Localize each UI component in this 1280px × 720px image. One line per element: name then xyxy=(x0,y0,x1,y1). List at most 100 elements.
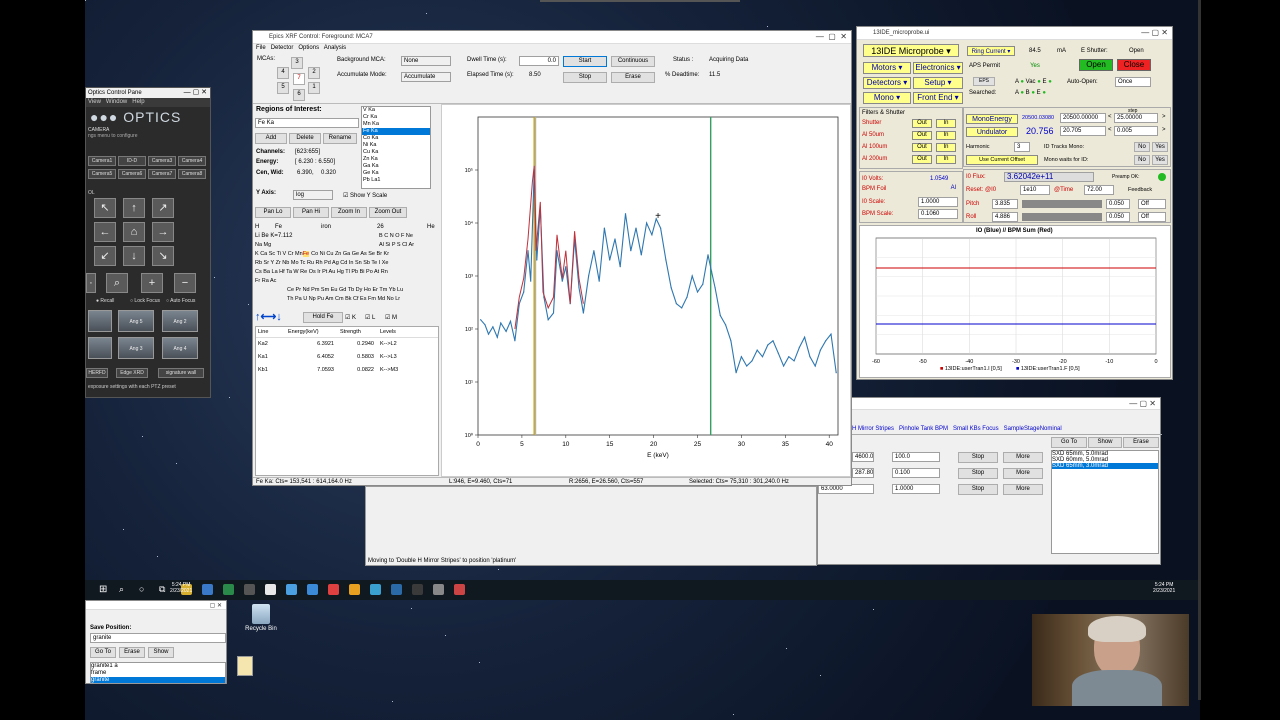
taskbar-app-icon[interactable] xyxy=(202,584,213,595)
signature-wall-button[interactable]: signature wall xyxy=(158,368,204,378)
arrows-icon[interactable]: ↑⟷↓ xyxy=(255,311,301,323)
stop-button[interactable]: Stop xyxy=(958,452,998,463)
roi-list-item[interactable]: Cr Ka xyxy=(362,114,430,121)
menu-analysis[interactable]: Analysis xyxy=(324,45,346,51)
menu-view[interactable]: View xyxy=(88,99,101,105)
open-button[interactable]: Open xyxy=(1079,59,1113,71)
mono-waits-no[interactable]: No xyxy=(1134,155,1150,165)
microprobe-menu[interactable]: 13IDE Microprobe ▾ xyxy=(863,44,959,57)
undulator-step-input[interactable]: 0.005 xyxy=(1114,126,1158,136)
menu-options[interactable]: Options xyxy=(298,45,319,51)
pan-hi-button[interactable]: Pan Hi xyxy=(293,207,329,218)
pos-value[interactable]: 4600.0 xyxy=(852,452,874,462)
mca-6-button[interactable]: 6 xyxy=(293,89,305,101)
tab-sample-stage-nominal[interactable]: SampleStageNominal xyxy=(1004,426,1062,432)
roll-step-input[interactable]: 0.050 xyxy=(1106,212,1130,222)
table-row[interactable]: Ka2 6.3921 0.2940 K-->L2 xyxy=(256,338,438,351)
detectors-menu[interactable]: Detectors ▾ xyxy=(863,77,911,89)
mono-energy-input[interactable]: 20500.00000 xyxy=(1060,113,1106,123)
undulator-input[interactable]: 20.705 xyxy=(1060,126,1106,136)
zoom-search-icon[interactable]: ⌕ xyxy=(106,273,128,293)
more-button[interactable]: More xyxy=(1003,468,1043,479)
camera8-button[interactable]: Camera8 xyxy=(178,169,206,179)
k-checkbox[interactable]: ☑ K xyxy=(345,314,356,321)
table-row[interactable]: Ka1 6.4052 0.5803 K-->L3 xyxy=(256,351,438,364)
pt-row[interactable]: K Ca Sc Ti V Cr MnFe Co Ni Cu Zn Ga Ge As… xyxy=(255,250,389,258)
pos-step[interactable]: 1.0000 xyxy=(892,484,940,494)
menu-detector[interactable]: Detector xyxy=(271,45,294,51)
spectrum-svg[interactable]: 0 5 10 15 20 25 30 35 40 10⁰ 10¹ 10² 10³ 10⁴ 10⁵ E (keV… xyxy=(442,105,852,478)
recycle-bin[interactable]: Recycle Bin xyxy=(231,600,291,660)
pan-down-icon[interactable]: ↓ xyxy=(123,246,145,266)
eps-button[interactable]: EPS xyxy=(973,77,995,86)
start-button[interactable]: Start xyxy=(563,56,607,67)
recall-radio[interactable]: ● Recall xyxy=(96,298,114,304)
i0-scale-input[interactable]: 1.0000 xyxy=(918,197,958,207)
time-input[interactable]: 72.00 xyxy=(1084,185,1114,195)
table-row[interactable]: Kb1 7.0593 0.0822 K-->M3 xyxy=(256,364,438,377)
pitch-feedback-select[interactable]: Off xyxy=(1138,199,1166,209)
tab-pinhole-tank-bpm[interactable]: Pinhole Tank BPM xyxy=(899,426,948,432)
show-yscale-checkbox[interactable]: ☑ Show Y Scale xyxy=(343,192,387,199)
roi-list-item[interactable]: Ni Ka xyxy=(362,142,430,149)
roi-list-item[interactable]: Ge Ka xyxy=(362,170,430,177)
lockfocus-radio[interactable]: ○ Lock Focus xyxy=(130,298,160,304)
spectrum-plot[interactable]: 0 5 10 15 20 25 30 35 40 10⁰ 10¹ 10² 10³ 10⁴ 10⁵ E (keV… xyxy=(441,104,851,477)
dwell-input[interactable]: 0.0 xyxy=(519,56,559,66)
roi-list-item[interactable]: V Ka xyxy=(362,107,430,114)
pan-down-left-icon[interactable]: ↙ xyxy=(94,246,116,266)
taskbar-app-icon[interactable] xyxy=(307,584,318,595)
pan-right-icon[interactable]: → xyxy=(152,222,174,242)
motors-menu[interactable]: Motors ▾ xyxy=(863,62,911,74)
search-icon[interactable]: ⌕ xyxy=(119,584,124,595)
taskbar-app-icon[interactable] xyxy=(349,584,360,595)
list-item[interactable]: granite1 a xyxy=(91,663,225,670)
pos-value[interactable]: 287.801 xyxy=(852,468,874,478)
mono-step-up[interactable]: > xyxy=(1162,114,1166,120)
id-d-button[interactable]: ID-D xyxy=(118,156,146,166)
delete-button[interactable]: Delete xyxy=(289,133,321,144)
pt-row[interactable]: Li Be K=7.112 xyxy=(255,232,292,240)
roi-list-item[interactable]: Pb La1 xyxy=(362,177,430,184)
zoom-in-button[interactable]: Zoom In xyxy=(331,207,367,218)
taskbar-app-icon[interactable] xyxy=(391,584,402,595)
show-button[interactable]: Show xyxy=(1088,437,1122,448)
pt-he[interactable]: He xyxy=(427,223,435,231)
m-checkbox[interactable]: ☑ M xyxy=(385,314,397,321)
periodic-table[interactable]: H Fe iron 26 He Li Be K=7.112 B C N O F … xyxy=(255,222,439,308)
more-button[interactable]: More xyxy=(1003,484,1043,495)
pan-up-icon[interactable]: ↑ xyxy=(123,198,145,218)
autoopen-select[interactable]: Once xyxy=(1115,77,1151,87)
pt-row[interactable]: Ce Pr Nd Pm Sm Eu Gd Tb Dy Ho Er Tm Yb L… xyxy=(287,286,403,294)
erase-button[interactable]: Erase xyxy=(1123,437,1159,448)
pan-up-right-icon[interactable]: ↗ xyxy=(152,198,174,218)
mono-waits-yes[interactable]: Yes xyxy=(1152,155,1168,165)
use-current-offset-button[interactable]: Use Current Offset xyxy=(966,155,1038,165)
close-button[interactable]: Close xyxy=(1117,59,1151,71)
menu-help[interactable]: Help xyxy=(132,99,144,105)
roi-name-input[interactable]: Fe Ka xyxy=(255,118,359,128)
filter-out-button[interactable]: Out xyxy=(912,143,932,152)
preset-thumb[interactable]: Ang 2 xyxy=(162,310,198,332)
harmonic-input[interactable]: 3 xyxy=(1014,142,1030,152)
filter-in-button[interactable]: In xyxy=(936,119,956,128)
bg-mca-select[interactable]: None xyxy=(401,56,451,66)
roll-slider[interactable] xyxy=(1022,213,1102,221)
pan-down-right-icon[interactable]: ↘ xyxy=(152,246,174,266)
erase-button[interactable]: Erase xyxy=(611,72,655,83)
mca-2-button[interactable]: 2 xyxy=(308,67,320,79)
mca-1-button[interactable]: 1 xyxy=(308,82,320,94)
add-button[interactable]: Add xyxy=(255,133,287,144)
pan-lo-button[interactable]: Pan Lo xyxy=(255,207,291,218)
und-step-up[interactable]: > xyxy=(1162,127,1166,133)
menu-window[interactable]: Window xyxy=(106,99,127,105)
mca-5-button[interactable]: 5 xyxy=(277,82,289,94)
filter-in-button[interactable]: In xyxy=(936,143,956,152)
pt-row[interactable]: Cs Ba La Hf Ta W Re Os Ir Pt Au Hg Tl Pb… xyxy=(255,268,388,276)
continuous-button[interactable]: Continuous xyxy=(611,56,655,67)
ring-current-label[interactable]: Ring Current ▾ xyxy=(967,46,1015,56)
id-tracks-no[interactable]: No xyxy=(1134,142,1150,152)
zoom-minus-icon[interactable]: − xyxy=(174,273,196,293)
window-controls[interactable]: — ▢ ✕ xyxy=(1141,28,1168,37)
id-tracks-yes[interactable]: Yes xyxy=(1152,142,1168,152)
